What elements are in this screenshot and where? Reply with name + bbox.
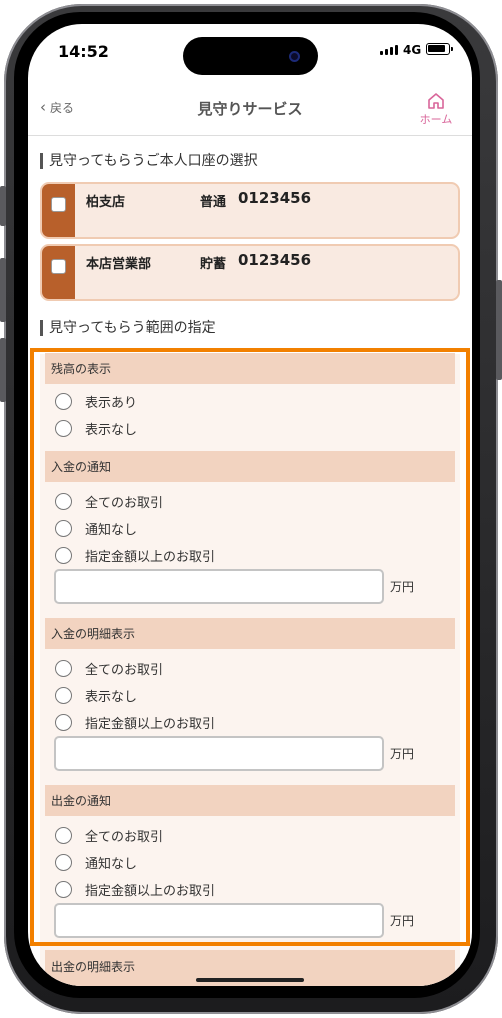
home-button[interactable]: ホーム — [414, 92, 458, 127]
highlight-frame — [30, 348, 470, 946]
status-bar: 14:52 4G — [28, 24, 472, 78]
home-icon — [428, 93, 444, 109]
volume-up-button — [0, 258, 6, 322]
account-section-title: 見守ってもらうご本人口座の選択 — [40, 153, 258, 169]
volume-down-button — [0, 338, 6, 402]
nav-bar: ‹ 戻る 見守りサービス ホーム — [28, 86, 472, 136]
home-label: ホーム — [419, 113, 453, 126]
home-indicator — [196, 978, 304, 982]
account-checkbox[interactable] — [51, 197, 66, 212]
range-section-title: 見守ってもらう範囲の指定 — [40, 320, 216, 336]
network-type: 4G — [403, 43, 422, 57]
account-branch: 本店営業部 — [86, 257, 152, 272]
account-item[interactable]: 柏支店 普通 0123456 — [40, 182, 460, 239]
account-branch: 柏支店 — [86, 195, 126, 210]
account-number: 0123456 — [238, 251, 312, 269]
dynamic-island — [183, 37, 318, 75]
screen: 14:52 4G ‹ 戻る 見守りサービス ホーム 見守ってもらうご本人口座の選… — [28, 24, 472, 986]
status-time: 14:52 — [58, 42, 109, 61]
page-title: 見守りサービス — [197, 100, 303, 118]
camera-icon — [289, 51, 300, 62]
account-number: 0123456 — [238, 189, 312, 207]
account-type: 普通 — [200, 195, 227, 210]
account-type: 貯蓄 — [200, 257, 227, 272]
account-checkbox[interactable] — [51, 259, 66, 274]
action-button — [0, 186, 6, 226]
power-button — [496, 280, 502, 380]
account-item[interactable]: 本店営業部 貯蓄 0123456 — [40, 244, 460, 301]
battery-icon — [426, 43, 453, 55]
signal-icon — [380, 45, 398, 55]
